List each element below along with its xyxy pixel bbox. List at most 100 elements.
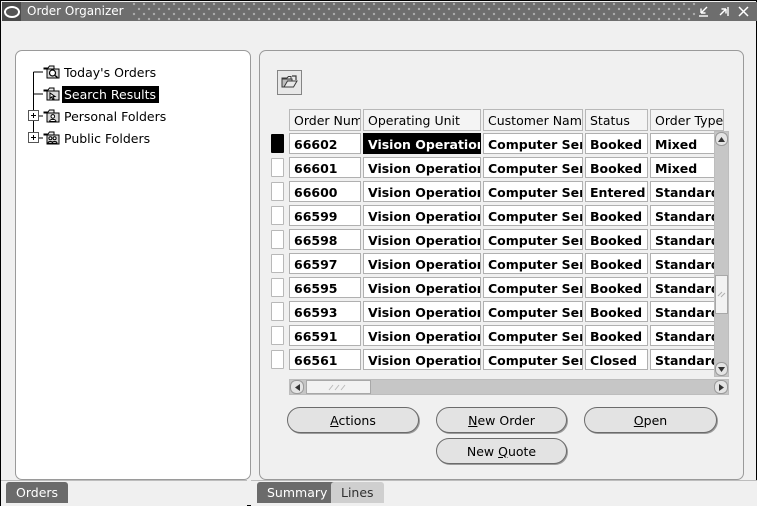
table-cell[interactable]: Standard	[650, 228, 724, 250]
grid-column-header[interactable]: Order Type	[650, 109, 724, 131]
table-cell[interactable]: Computer Servi	[483, 180, 583, 202]
table-cell[interactable]: Vision Operations	[363, 324, 481, 346]
table-cell[interactable]: Booked	[585, 156, 648, 178]
tree-item-search-results[interactable]: Search Results	[24, 83, 244, 105]
grid-horizontal-scrollbar[interactable]	[289, 379, 729, 395]
table-cell[interactable]: 66602	[289, 132, 361, 154]
row-selector[interactable]	[271, 301, 284, 321]
table-row[interactable]: 66593Vision OperationsComputer ServiBook…	[267, 299, 724, 323]
minimize-icon[interactable]	[697, 5, 710, 18]
table-cell[interactable]: Standard	[650, 276, 724, 298]
table-cell[interactable]: Vision Operations	[363, 300, 481, 322]
table-cell[interactable]: Standard	[650, 252, 724, 274]
horizontal-scroll-thumb[interactable]	[306, 380, 371, 394]
table-row[interactable]: 66601Vision OperationsComputer ServiBook…	[267, 155, 724, 179]
grid-vertical-scrollbar[interactable]	[714, 131, 729, 377]
table-cell[interactable]: Booked	[585, 228, 648, 250]
table-cell[interactable]: Computer Servi	[483, 324, 583, 346]
table-cell[interactable]: Standard	[650, 324, 724, 346]
tree-item-personal-folders[interactable]: Personal Folders	[24, 105, 244, 127]
table-cell[interactable]: Booked	[585, 324, 648, 346]
row-selector[interactable]	[271, 205, 284, 225]
table-row[interactable]: 66595Vision OperationsComputer ServiBook…	[267, 275, 724, 299]
table-row[interactable]: 66602Vision OperationsComputer ServiBook…	[267, 131, 724, 155]
table-cell[interactable]: 66593	[289, 300, 361, 322]
table-cell[interactable]: Vision Operations	[363, 348, 481, 370]
row-selector[interactable]	[271, 133, 284, 153]
table-cell[interactable]: Booked	[585, 300, 648, 322]
row-selector[interactable]	[271, 325, 284, 345]
row-selector[interactable]	[271, 229, 284, 249]
tree-item-todays-orders[interactable]: Today's Orders	[24, 61, 244, 83]
table-cell[interactable]: 66600	[289, 180, 361, 202]
tree-expander-icon[interactable]	[28, 110, 39, 121]
table-row[interactable]: 66597Vision OperationsComputer ServiBook…	[267, 251, 724, 275]
table-cell[interactable]: 66597	[289, 252, 361, 274]
grid-column-header[interactable]: Customer Name	[483, 109, 583, 131]
vertical-scroll-thumb[interactable]	[715, 275, 728, 314]
tree-expander-icon[interactable]	[28, 132, 39, 143]
table-cell[interactable]: Standard	[650, 348, 724, 370]
table-cell[interactable]: Booked	[585, 204, 648, 226]
table-cell[interactable]: 66595	[289, 276, 361, 298]
open-folder-button[interactable]	[277, 70, 302, 95]
table-row[interactable]: 66599Vision OperationsComputer ServiBook…	[267, 203, 724, 227]
tab-summary[interactable]: Summary	[257, 482, 338, 503]
table-row[interactable]: 66591Vision OperationsComputer ServiBook…	[267, 323, 724, 347]
tab-orders[interactable]: Orders	[6, 482, 69, 503]
table-cell[interactable]: 66599	[289, 204, 361, 226]
table-row[interactable]: 66598Vision OperationsComputer ServiBook…	[267, 227, 724, 251]
grid-column-header[interactable]: Status	[585, 109, 648, 131]
table-cell[interactable]: Computer Servi	[483, 252, 583, 274]
table-cell[interactable]: Mixed	[650, 156, 724, 178]
table-cell[interactable]: Vision Operations	[363, 228, 481, 250]
table-cell[interactable]: 66598	[289, 228, 361, 250]
scroll-right-icon[interactable]	[714, 380, 728, 394]
table-cell[interactable]: 66601	[289, 156, 361, 178]
table-cell[interactable]: Standard	[650, 300, 724, 322]
table-cell[interactable]: Standard	[650, 180, 724, 202]
table-cell[interactable]: Computer Servi	[483, 132, 583, 154]
close-icon[interactable]	[737, 5, 750, 18]
actions-button[interactable]: Actions	[287, 407, 419, 433]
table-cell[interactable]: Computer Servi	[483, 300, 583, 322]
table-cell[interactable]: Vision Operations	[363, 180, 481, 202]
new-quote-button[interactable]: New Quote	[436, 438, 567, 464]
scroll-left-icon[interactable]	[290, 380, 304, 394]
tab-lines[interactable]: Lines	[331, 482, 384, 503]
table-cell[interactable]: Computer Servi	[483, 228, 583, 250]
table-cell[interactable]: Computer Servi	[483, 156, 583, 178]
maximize-icon[interactable]	[717, 5, 730, 18]
scroll-up-icon[interactable]	[715, 132, 728, 146]
row-selector[interactable]	[271, 253, 284, 273]
row-selector[interactable]	[271, 349, 284, 369]
open-button[interactable]: Open	[584, 407, 717, 433]
table-cell[interactable]: Computer Servi	[483, 276, 583, 298]
table-cell[interactable]: Vision Operations	[363, 204, 481, 226]
new-order-button[interactable]: New Order	[436, 407, 567, 433]
table-cell[interactable]: Entered	[585, 180, 648, 202]
table-cell[interactable]: Closed	[585, 348, 648, 370]
table-cell[interactable]: Booked	[585, 132, 648, 154]
row-selector[interactable]	[271, 181, 284, 201]
table-cell[interactable]: Booked	[585, 276, 648, 298]
table-cell[interactable]: Vision Operations	[363, 276, 481, 298]
table-cell[interactable]: 66561	[289, 348, 361, 370]
scroll-down-icon[interactable]	[715, 362, 728, 376]
table-cell[interactable]: Mixed	[650, 132, 724, 154]
table-cell[interactable]: Booked	[585, 252, 648, 274]
table-cell[interactable]: Vision Operations	[363, 132, 481, 154]
row-selector[interactable]	[271, 157, 284, 177]
table-cell[interactable]: Vision Operations	[363, 156, 481, 178]
grid-column-header[interactable]: Order Num	[289, 109, 361, 131]
table-row[interactable]: 66600Vision OperationsComputer ServiEnte…	[267, 179, 724, 203]
table-cell[interactable]: Vision Operations	[363, 252, 481, 274]
table-row[interactable]: 66561Vision OperationsComputer ServiClos…	[267, 347, 724, 371]
grid-column-header[interactable]: Operating Unit	[363, 109, 481, 131]
table-cell[interactable]: Standard	[650, 204, 724, 226]
table-cell[interactable]: Computer Servi	[483, 204, 583, 226]
table-cell[interactable]: Computer Servi	[483, 348, 583, 370]
table-cell[interactable]: 66591	[289, 324, 361, 346]
row-selector[interactable]	[271, 277, 284, 297]
tree-item-public-folders[interactable]: Public Folders	[24, 127, 244, 149]
